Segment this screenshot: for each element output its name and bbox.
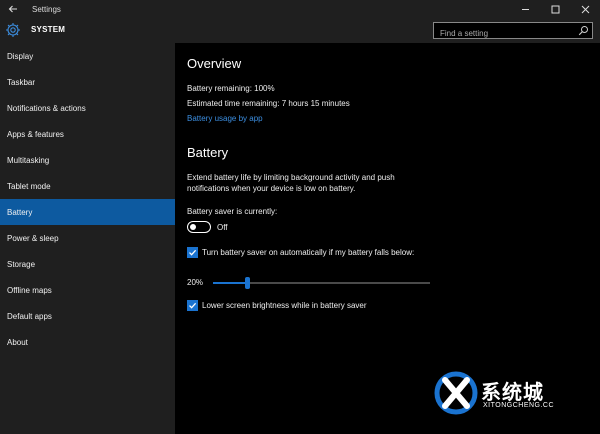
search-icon[interactable]: [578, 25, 589, 36]
search-input[interactable]: [434, 26, 592, 41]
maximize-icon: [551, 5, 559, 13]
slider-thumb[interactable]: [245, 277, 251, 289]
sidebar-item-display[interactable]: Display: [0, 43, 175, 69]
auto-saver-label: Turn battery saver on automatically if m…: [202, 248, 415, 257]
sidebar-item-storage[interactable]: Storage: [0, 251, 175, 277]
back-button[interactable]: [0, 0, 26, 18]
battery-saver-state: Off: [217, 223, 228, 232]
title-bar: Settings: [0, 0, 600, 18]
gear-icon: [6, 23, 20, 37]
window-title: Settings: [32, 4, 61, 14]
time-remaining-text: Estimated time remaining: 7 hours 15 min…: [187, 99, 350, 108]
threshold-value: 20%: [187, 278, 204, 287]
back-arrow-icon: [8, 5, 17, 13]
close-button[interactable]: [570, 0, 600, 18]
sidebar-item-about[interactable]: About: [0, 329, 175, 355]
threshold-slider[interactable]: [213, 277, 430, 289]
sidebar-item-offline-maps[interactable]: Offline maps: [0, 277, 175, 303]
battery-usage-link[interactable]: Battery usage by app: [187, 113, 263, 124]
lower-brightness-checkbox[interactable]: [187, 300, 198, 311]
sidebar-item-apps-features[interactable]: Apps & features: [0, 121, 175, 147]
settings-header: SYSTEM: [0, 18, 600, 43]
battery-description-line-1: Extend battery life by limiting backgrou…: [187, 173, 395, 182]
sidebar: Display Taskbar Notifications & actions …: [0, 43, 175, 434]
watermark-text-cn: 系统城: [481, 382, 544, 404]
battery-saver-toggle[interactable]: [187, 221, 211, 233]
auto-saver-checkbox[interactable]: [187, 247, 198, 258]
battery-heading: Battery: [187, 145, 229, 160]
checkmark-icon: [189, 302, 197, 309]
lower-brightness-label: Lower screen brightness while in battery…: [202, 301, 367, 310]
search-box[interactable]: [433, 22, 593, 41]
watermark-text-en: XITONGCHENG.CC: [483, 402, 555, 409]
sidebar-item-battery[interactable]: Battery: [0, 199, 175, 225]
watermark: 系统城 XITONGCHENG.CC: [433, 366, 595, 422]
sidebar-item-multitasking[interactable]: Multitasking: [0, 147, 175, 173]
sidebar-item-power-sleep[interactable]: Power & sleep: [0, 225, 175, 251]
x-logo-icon: [434, 371, 478, 415]
battery-saver-status-label: Battery saver is currently:: [187, 207, 278, 216]
battery-description-line-2: notifications when your device is low on…: [187, 184, 356, 193]
sidebar-item-notifications[interactable]: Notifications & actions: [0, 95, 175, 121]
overview-heading: Overview: [187, 56, 242, 71]
close-icon: [581, 5, 589, 13]
minimize-button[interactable]: [510, 0, 540, 18]
minimize-icon: [521, 8, 529, 10]
sidebar-item-tablet-mode[interactable]: Tablet mode: [0, 173, 175, 199]
sidebar-item-default-apps[interactable]: Default apps: [0, 303, 175, 329]
slider-fill: [213, 282, 248, 284]
battery-remaining-text: Battery remaining: 100%: [187, 84, 275, 93]
sidebar-item-taskbar[interactable]: Taskbar: [0, 69, 175, 95]
checkmark-icon: [189, 249, 197, 256]
window-controls: [510, 0, 600, 18]
toggle-knob: [190, 223, 196, 230]
section-title: SYSTEM: [31, 25, 66, 34]
maximize-button[interactable]: [540, 0, 570, 18]
